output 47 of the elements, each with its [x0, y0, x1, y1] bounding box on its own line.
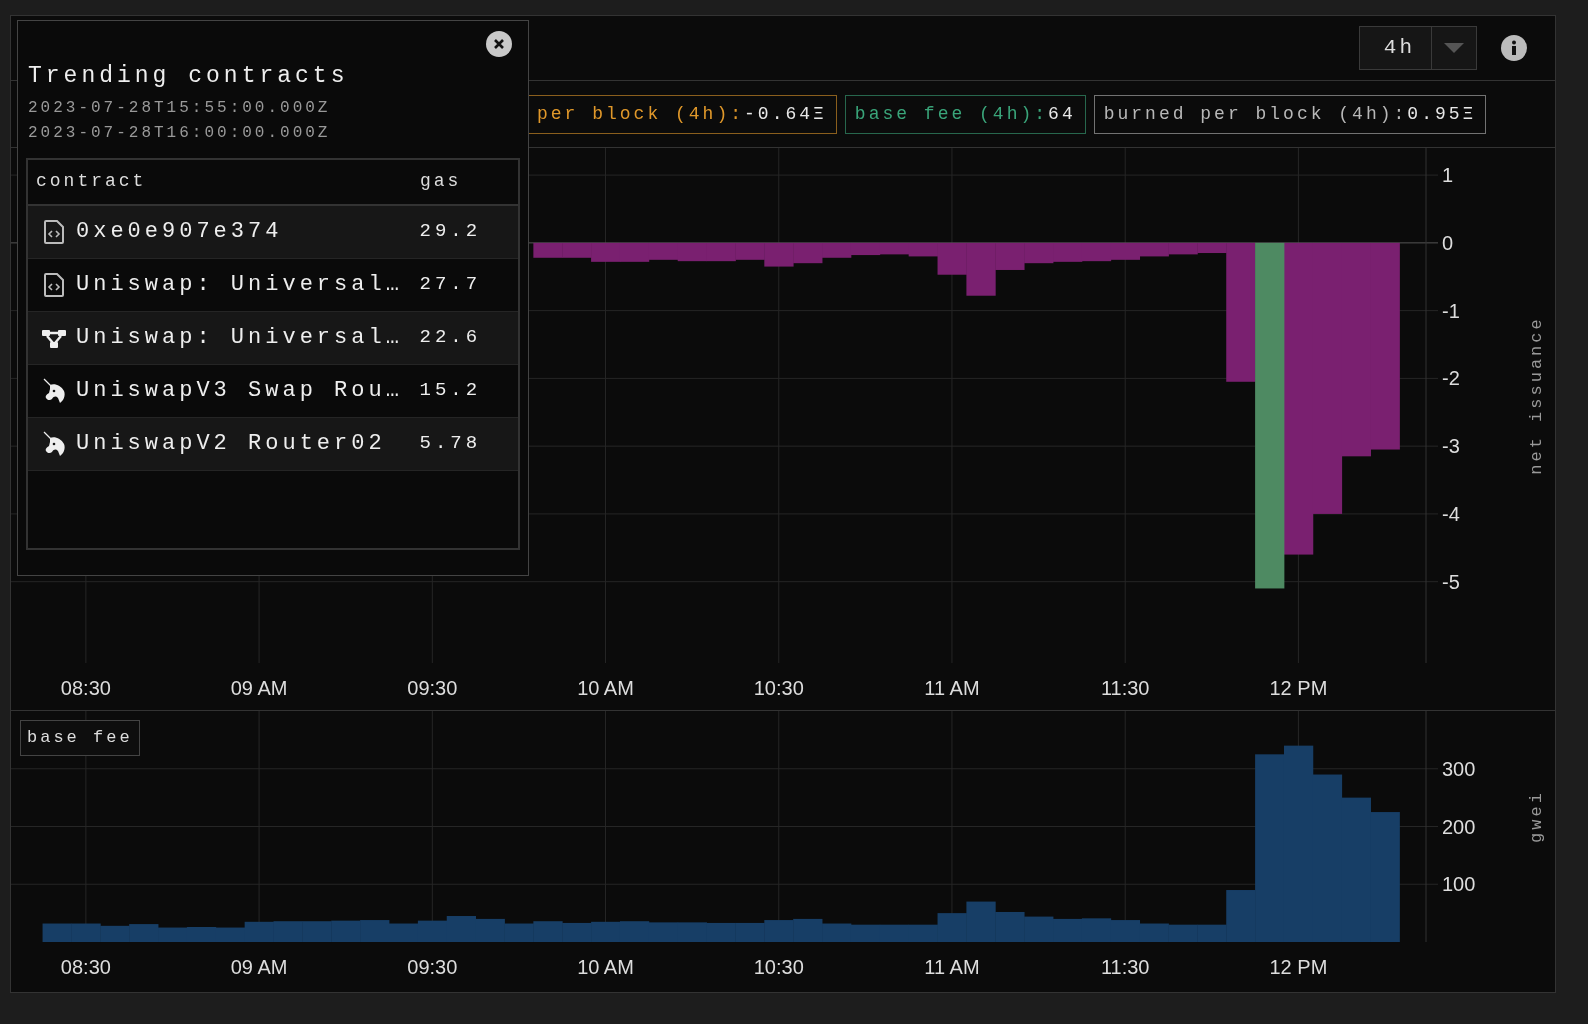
axis-tick-label: 10 AM: [577, 956, 634, 978]
axis-tick-label: 10 AM: [577, 677, 634, 699]
axis-title: gwei: [1527, 790, 1546, 843]
axis-tick-label: 12 PM: [1269, 956, 1328, 978]
axis-tick-label: 200: [1442, 815, 1476, 838]
axis-tick-label: 11 AM: [924, 677, 980, 699]
axis-tick-label: 09:30: [407, 677, 458, 699]
contract-name: UniswapV2 Router02: [76, 430, 386, 458]
axis-tick-label: 100: [1442, 873, 1476, 896]
axis-tick-label: 10:30: [753, 677, 804, 699]
contract-name: UniswapV3 Swap Rou…: [76, 377, 403, 405]
axis-tick-label: -4: [1442, 502, 1460, 525]
axis-tick-label: 09 AM: [230, 677, 288, 699]
column-header: contract: [36, 170, 148, 193]
summary-chip: burned per block (4h):0.95Ξ: [1093, 94, 1487, 134]
axis-title: net issuance: [1527, 316, 1546, 475]
axis-tick-label: 09 AM: [230, 956, 288, 978]
axis-tick-label: 11 AM: [924, 956, 980, 978]
axis-tick-label: 08:30: [60, 956, 111, 978]
axis-tick-label: -1: [1442, 299, 1460, 322]
axis-tick-label: 300: [1442, 757, 1476, 780]
contract-name: Uniswap: Universal…: [76, 271, 403, 299]
popup-title: Trending contracts: [28, 62, 350, 91]
contract-name: Uniswap: Universal…: [76, 324, 403, 352]
axis-tick-label: 11:30: [1100, 677, 1150, 699]
axis-tick-label: -3: [1442, 435, 1460, 458]
axis-tick-label: -2: [1442, 367, 1460, 390]
axis-tick-label: 12 PM: [1269, 677, 1328, 699]
contract-name: 0xe0e907e374: [76, 218, 283, 246]
gas-value: 22.6: [419, 325, 483, 351]
axis-tick-label: 11:30: [1100, 956, 1150, 978]
axis-tick-label: 08:30: [60, 677, 111, 699]
axis-tick-label: -5: [1442, 570, 1460, 593]
chart-legend: base fee: [20, 720, 140, 756]
axis-tick-label: 09:30: [407, 956, 458, 978]
axis-tick-label: 0: [1442, 231, 1454, 254]
axis-tick-label: 10:30: [753, 956, 804, 978]
axis-tick-label: 1: [1442, 164, 1454, 187]
timestamp: 2023-07-28T16:00:00.000Z: [28, 122, 332, 144]
column-header: gas: [420, 170, 463, 193]
gas-value: 29.2: [419, 219, 483, 245]
gas-value: 5.78: [419, 431, 483, 457]
summary-chip: base fee (4h):64: [844, 94, 1086, 134]
summary-chip: per block (4h):-0.64Ξ: [527, 94, 837, 134]
timestamp: 2023-07-28T15:55:00.000Z: [28, 97, 332, 119]
gas-value: 27.7: [419, 272, 483, 298]
gas-value: 15.2: [419, 378, 483, 404]
